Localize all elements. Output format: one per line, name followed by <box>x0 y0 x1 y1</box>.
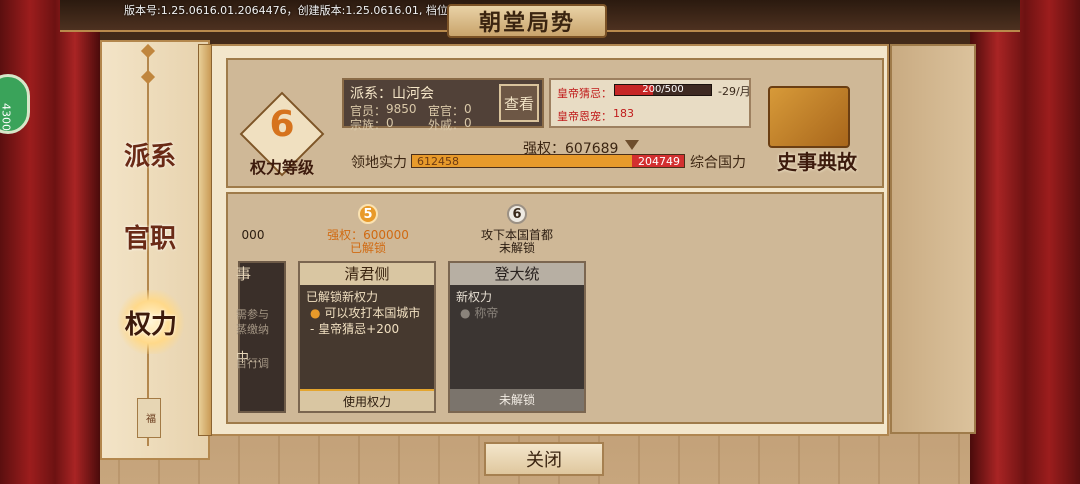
view-faction-button[interactable]: 查看 <box>499 84 539 122</box>
partial-milestone-value: 000 <box>241 228 265 242</box>
rank-emblem: 6 权力等级 <box>239 91 325 180</box>
milestone-5-badge: 5 <box>358 204 378 224</box>
power-card-dengdatong[interactable]: 登大统 新权力 ● 称帝 未解锁 <box>448 261 586 413</box>
favor-value: 183 <box>613 107 634 120</box>
game-stage: 版本号:1.25.0616.01.2064476，创建版本:1.25.0616.… <box>0 0 1080 484</box>
card-qingjunce-power: 可以攻打本国城市 <box>324 306 421 320</box>
faction-name: 派系：山河会 <box>350 86 434 102</box>
right-curtain <box>970 0 1080 484</box>
card-dengdatong-body: 新权力 ● 称帝 <box>456 289 498 321</box>
bullet-icon: ● <box>310 306 321 320</box>
milestone-6-requirement: 攻下本国首都 <box>480 228 553 242</box>
card-dengdatong-power: 称帝 <box>474 306 499 320</box>
milestone-5-requirement: 强权：600000 <box>327 228 409 242</box>
scroll-rod <box>198 44 212 436</box>
clan-label: 宗族： <box>350 118 387 132</box>
nav-item-office[interactable]: 官职 <box>118 206 182 266</box>
version-text: 版本号:1.25.0616.01.2064476，创建版本:1.25.0616.… <box>124 4 492 17</box>
national-value: 204749 <box>638 155 680 168</box>
book-icon <box>768 86 850 148</box>
card-partial-title: 事 <box>236 265 252 283</box>
card-qingjunce-unlock: 已解锁新权力 <box>306 290 379 304</box>
rank-number: 6 <box>269 104 295 145</box>
card-dengdatong-title: 登大统 <box>450 263 584 285</box>
favor-label: 皇帝恩宠： <box>557 110 612 123</box>
card-partial-line1: 需参与 <box>236 308 269 321</box>
suspicion-value: 200/500 <box>642 84 684 95</box>
card-qingjunce-effect: - 皇帝猜忌+200 <box>310 322 400 336</box>
suspicion-label: 皇帝猜忌： <box>557 87 612 100</box>
rank-label: 权力等级 <box>249 158 314 177</box>
inlaws-label: 外戚： <box>428 118 465 132</box>
nav-bottom-tag: 福 <box>137 398 161 438</box>
close-button[interactable]: 关闭 <box>484 442 604 476</box>
clan-value: 0 <box>386 116 394 130</box>
power-card-qingjunce[interactable]: 清君侧 已解锁新权力 ● 可以攻打本国城市 - 皇帝猜忌+200 使用权力 <box>298 261 436 413</box>
eunuchs-value: 0 <box>464 102 472 116</box>
power-card-partial[interactable]: 事 需参与 蒸缴纳 中... 目行调 <box>236 261 286 413</box>
inlaws-value: 0 <box>464 116 472 130</box>
card-qingjunce-item-row: ● 可以攻打本国城市 <box>306 305 420 321</box>
card-dengdatong-unlock: 新权力 <box>456 290 493 304</box>
left-curtain <box>0 0 100 484</box>
side-badge[interactable]: 4300 <box>0 74 30 134</box>
territory-label: 领地实力 <box>351 155 407 171</box>
officials-value: 9850 <box>386 102 417 116</box>
bullet-icon: ● <box>460 306 471 320</box>
chronicle-button[interactable]: 史事典故 <box>760 86 874 176</box>
chronicle-label: 史事典故 <box>777 150 857 174</box>
milestone-6-status: 未解锁 <box>498 241 535 255</box>
milestone-5-status: 已解锁 <box>349 241 386 255</box>
card-qingjunce-body: 已解锁新权力 ● 可以攻打本国城市 - 皇帝猜忌+200 <box>306 289 420 337</box>
nav-item-faction[interactable]: 派系 <box>118 124 182 184</box>
right-scroll-decoration <box>890 44 976 434</box>
power-marker-icon <box>625 140 639 150</box>
suspicion-rate: -29/月 <box>718 85 751 98</box>
card-dengdatong-item-row: ● 称帝 <box>456 305 498 321</box>
national-label: 综合国力 <box>690 155 746 171</box>
card-partial-line4: 目行调 <box>236 357 269 370</box>
page-title: 朝堂局势 <box>447 4 607 38</box>
card-qingjunce-title: 清君侧 <box>300 263 434 285</box>
milestone-6-badge: 6 <box>507 204 527 224</box>
card-partial-line2: 蒸缴纳 <box>236 323 269 336</box>
territory-value: 612458 <box>417 155 459 168</box>
nav-item-power[interactable]: 权力 <box>116 290 186 354</box>
use-power-button[interactable]: 使用权力 <box>300 389 434 411</box>
locked-button: 未解锁 <box>450 389 584 411</box>
